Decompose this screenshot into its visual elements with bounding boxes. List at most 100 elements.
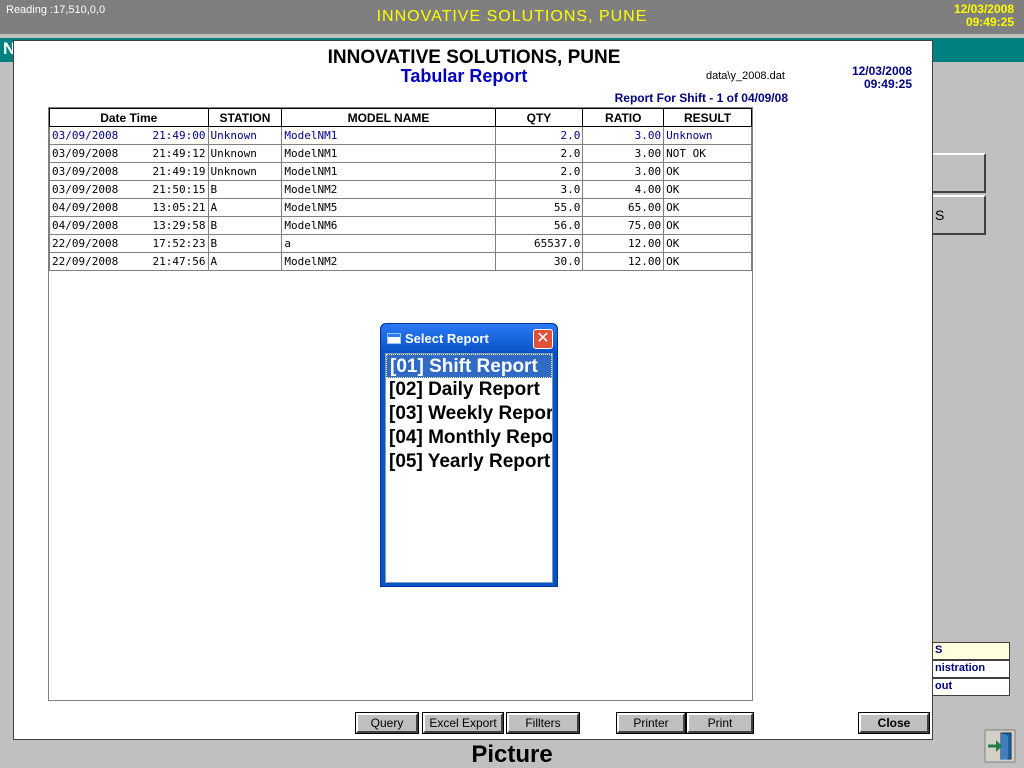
cell-date: 03/09/2008 xyxy=(52,147,119,160)
cell-date: 03/09/2008 xyxy=(52,129,119,142)
cell-qty: 55.0 xyxy=(494,198,584,217)
cell-time: 21:49:00 xyxy=(152,129,206,142)
table-row[interactable]: 04/09/2008 13:05:21 A ModelNM5 55.0 65.00… xyxy=(49,198,752,217)
report-data-file: data\y_2008.dat xyxy=(706,70,785,82)
print-button[interactable]: Print xyxy=(687,713,753,733)
cell-ratio: 12.00 xyxy=(582,252,665,271)
cell-time: 21:49:12 xyxy=(152,147,206,160)
cell-time: 21:50:15 xyxy=(152,183,206,196)
cell-result: OK xyxy=(663,162,752,181)
report-option-shift[interactable]: [01] Shift Report xyxy=(386,354,552,378)
cell-date: 03/09/2008 xyxy=(52,165,119,178)
cell-result: OK xyxy=(663,216,752,235)
table-row[interactable]: 03/09/2008 21:49:19 Unknown ModelNM1 2.0 … xyxy=(49,162,752,181)
table-row[interactable]: 22/09/2008 17:52:23 B a 65537.0 12.00 OK xyxy=(49,234,752,253)
background-button-2[interactable]: S xyxy=(930,195,986,235)
cell-qty: 30.0 xyxy=(494,252,584,271)
cell-time: 13:05:21 xyxy=(152,201,206,214)
select-report-dialog: Select Report ✕ [01] Shift Report [02] D… xyxy=(380,323,558,587)
cell-station: Unknown xyxy=(207,144,283,163)
dialog-titlebar[interactable]: Select Report ✕ xyxy=(381,324,557,352)
cell-result: NOT OK xyxy=(663,144,752,163)
printer-button[interactable]: Printer xyxy=(617,713,685,733)
app-title-bar: Reading :17,510,0,0 INNOVATIVE SOLUTIONS… xyxy=(0,0,1024,34)
column-header-datetime[interactable]: Date Time xyxy=(49,108,209,127)
cell-ratio: 3.00 xyxy=(582,144,665,163)
cell-time: 21:47:56 xyxy=(152,255,206,268)
dialog-title: Select Report xyxy=(405,331,489,346)
cell-station: B xyxy=(207,234,283,253)
table-row[interactable]: 04/09/2008 13:29:58 B ModelNM6 56.0 75.00… xyxy=(49,216,752,235)
filters-button[interactable]: Fillters xyxy=(507,713,579,733)
cell-station: B xyxy=(207,180,283,199)
cell-date: 03/09/2008 xyxy=(52,183,119,196)
report-option-weekly[interactable]: [03] Weekly Report xyxy=(386,402,552,426)
cell-model: a xyxy=(281,234,496,253)
cell-result: OK xyxy=(663,198,752,217)
cell-ratio: 3.00 xyxy=(582,162,665,181)
report-option-monthly[interactable]: [04] Monthly Report xyxy=(386,426,552,450)
cell-station: A xyxy=(207,198,283,217)
cell-ratio: 4.00 xyxy=(582,180,665,199)
report-option-daily[interactable]: [02] Daily Report xyxy=(386,378,552,402)
top-time: 09:49:25 xyxy=(965,15,1014,29)
report-table: Date Time STATION MODEL NAME QTY RATIO R… xyxy=(49,108,752,271)
cell-result: OK xyxy=(663,180,752,199)
cell-model: ModelNM5 xyxy=(281,198,496,217)
cell-date: 04/09/2008 xyxy=(52,219,119,232)
query-button[interactable]: Query xyxy=(356,713,418,733)
report-type-list[interactable]: [01] Shift Report [02] Daily Report [03]… xyxy=(385,353,553,583)
cell-datetime: 04/09/2008 13:29:58 xyxy=(49,216,209,235)
cell-qty: 2.0 xyxy=(494,162,584,181)
close-icon[interactable]: ✕ xyxy=(533,329,553,349)
cell-datetime: 22/09/2008 17:52:23 xyxy=(49,234,209,253)
cell-qty: 56.0 xyxy=(494,216,584,235)
cell-result: OK xyxy=(663,252,752,271)
cell-qty: 3.0 xyxy=(494,180,584,199)
table-row[interactable]: 03/09/2008 21:49:12 Unknown ModelNM1 2.0 … xyxy=(49,144,752,163)
report-shift-label: Report For Shift - 1 of 04/09/08 xyxy=(614,91,788,105)
cell-result: Unknown xyxy=(663,126,752,145)
cell-datetime: 03/09/2008 21:49:00 xyxy=(49,126,209,145)
cell-model: ModelNM1 xyxy=(281,162,496,181)
cell-ratio: 65.00 xyxy=(582,198,665,217)
cell-time: 17:52:23 xyxy=(152,237,206,250)
table-row[interactable]: 03/09/2008 21:49:00 Unknown ModelNM1 2.0 … xyxy=(49,126,752,145)
cell-ratio: 12.00 xyxy=(582,234,665,253)
cell-qty: 65537.0 xyxy=(494,234,584,253)
cell-station: Unknown xyxy=(207,162,283,181)
column-header-result[interactable]: RESULT xyxy=(663,108,752,127)
background-menu-item-logout[interactable]: out xyxy=(930,678,1010,696)
column-header-ratio[interactable]: RATIO xyxy=(582,108,665,127)
cell-datetime: 22/09/2008 21:47:56 xyxy=(49,252,209,271)
cell-station: A xyxy=(207,252,283,271)
cell-ratio: 75.00 xyxy=(582,216,665,235)
table-header-row: Date Time STATION MODEL NAME QTY RATIO R… xyxy=(49,108,752,127)
column-header-model-name[interactable]: MODEL NAME xyxy=(281,108,496,127)
top-datetime: 12/03/2008 09:49:25 xyxy=(954,3,1014,29)
cell-model: ModelNM1 xyxy=(281,144,496,163)
report-option-yearly[interactable]: [05] Yearly Report xyxy=(386,450,552,474)
column-header-qty[interactable]: QTY xyxy=(494,108,584,127)
cell-model: ModelNM2 xyxy=(281,180,496,199)
background-button-1[interactable] xyxy=(930,153,986,193)
window-icon xyxy=(387,333,401,344)
cell-time: 13:29:58 xyxy=(152,219,206,232)
cell-time: 21:49:19 xyxy=(152,165,206,178)
app-title: INNOVATIVE SOLUTIONS, PUNE xyxy=(376,8,648,25)
cell-model: ModelNM2 xyxy=(281,252,496,271)
cell-station: B xyxy=(207,216,283,235)
cell-station: Unknown xyxy=(207,126,283,145)
report-time: 09:49:25 xyxy=(863,77,912,91)
table-row[interactable]: 22/09/2008 21:47:56 A ModelNM2 30.0 12.00… xyxy=(49,252,752,271)
background-menu-item-administration[interactable]: nistration xyxy=(930,660,1010,678)
table-row[interactable]: 03/09/2008 21:50:15 B ModelNM2 3.0 4.00 O… xyxy=(49,180,752,199)
cell-datetime: 04/09/2008 13:05:21 xyxy=(49,198,209,217)
background-button-2-label: S xyxy=(935,207,945,223)
background-menu-item-1[interactable]: S xyxy=(930,642,1010,660)
exit-door-icon[interactable] xyxy=(984,729,1016,763)
column-header-station[interactable]: STATION xyxy=(207,108,283,127)
close-button[interactable]: Close xyxy=(859,713,929,733)
excel-export-button[interactable]: Excel Export xyxy=(423,713,503,733)
cell-result: OK xyxy=(663,234,752,253)
